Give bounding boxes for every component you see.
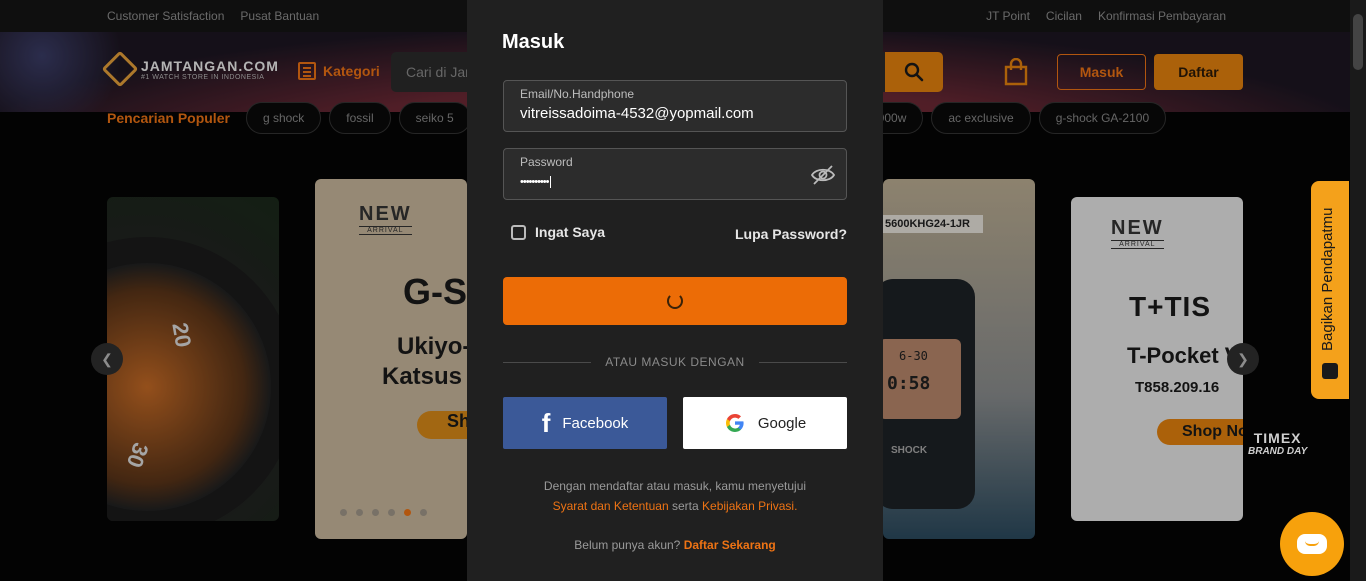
- password-input[interactable]: ••••••••••: [520, 176, 551, 188]
- divider-text: ATAU MASUK DENGAN: [605, 355, 745, 369]
- email-field[interactable]: Email/No.Handphone vitreissadoima-4532@y…: [503, 80, 847, 132]
- timex-text: TIMEX: [1253, 430, 1302, 446]
- page: Customer Satisfaction Pusat Bantuan JT P…: [0, 0, 1366, 581]
- google-icon: [725, 414, 744, 432]
- eye-off-icon[interactable]: [810, 163, 836, 187]
- modal-title: Masuk: [502, 31, 565, 53]
- divider-line: [758, 361, 847, 363]
- email-label: Email/No.Handphone: [520, 87, 635, 101]
- chat-icon: [1297, 534, 1327, 554]
- password-label: Password: [520, 155, 573, 169]
- terms-prefix: Dengan mendaftar atau masuk, kamu menyet…: [543, 479, 807, 493]
- google-login-button[interactable]: Google: [683, 397, 847, 449]
- password-field[interactable]: Password ••••••••••: [503, 148, 847, 200]
- timex-brand-day-badge[interactable]: TIMEX BRAND DAY: [1248, 430, 1307, 457]
- remember-label: Ingat Saya: [535, 224, 606, 240]
- facebook-icon: f: [541, 407, 551, 438]
- feedback-icon: [1322, 363, 1338, 379]
- remember-me[interactable]: Ingat Saya: [511, 224, 605, 240]
- brand-day-text: BRAND DAY: [1248, 446, 1308, 457]
- divider-line: [503, 361, 592, 363]
- login-submit-button[interactable]: [503, 277, 847, 325]
- facebook-label: Facebook: [562, 414, 629, 432]
- facebook-login-button[interactable]: f Facebook: [503, 397, 667, 449]
- login-modal: Masuk Email/No.Handphone vitreissadoima-…: [467, 0, 883, 581]
- remember-checkbox[interactable]: [511, 224, 526, 240]
- scrollbar-thumb[interactable]: [1353, 14, 1363, 70]
- terms-text: Dengan mendaftar atau masuk, kamu menyet…: [503, 476, 847, 516]
- forgot-password-link[interactable]: Lupa Password?: [735, 226, 847, 242]
- signup-link[interactable]: Daftar Sekarang: [684, 538, 776, 552]
- loading-spinner-icon: [667, 293, 683, 309]
- page-scrollbar[interactable]: [1350, 0, 1366, 581]
- signup-prefix: Belum punya akun?: [574, 538, 681, 552]
- terms-link[interactable]: Syarat dan Ketentuan: [553, 499, 669, 513]
- terms-conjunction: serta: [672, 499, 699, 513]
- feedback-label: Bagikan Pendapatmu: [1319, 207, 1336, 351]
- email-input[interactable]: vitreissadoima-4532@yopmail.com: [520, 105, 754, 122]
- signup-prompt: Belum punya akun? Daftar Sekarang: [503, 538, 847, 552]
- social-divider: ATAU MASUK DENGAN: [503, 355, 847, 369]
- privacy-link[interactable]: Kebijakan Privasi.: [702, 499, 797, 513]
- google-label: Google: [757, 414, 807, 432]
- chat-button[interactable]: [1280, 512, 1344, 576]
- feedback-tab[interactable]: Bagikan Pendapatmu: [1311, 181, 1349, 399]
